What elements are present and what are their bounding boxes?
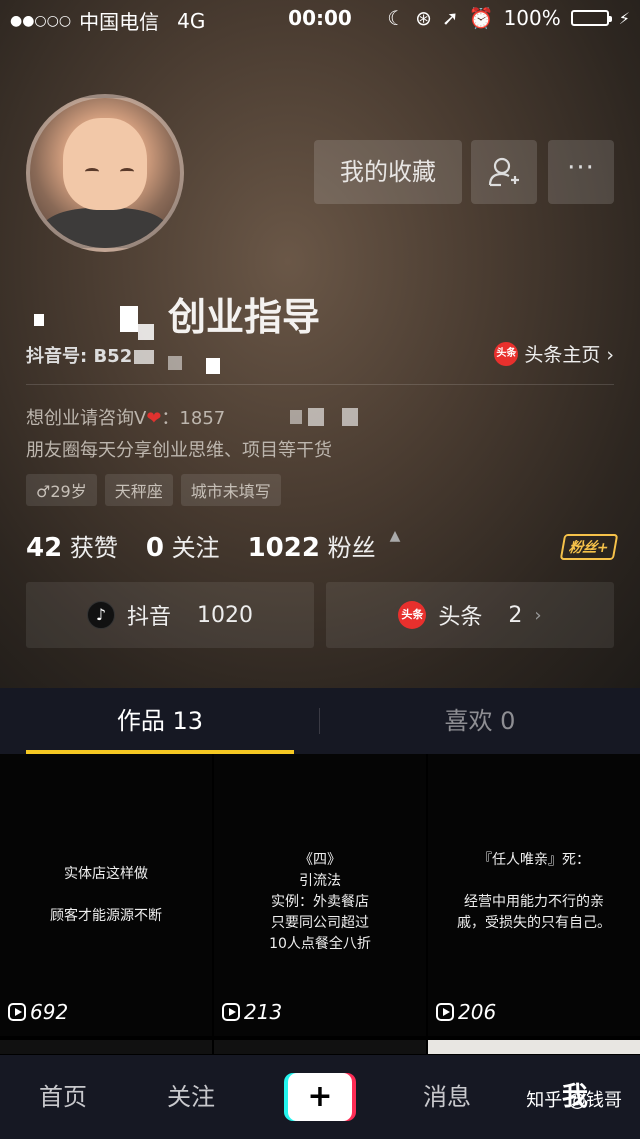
nav-messages[interactable]: 消息 <box>392 1055 502 1139</box>
douyin-id: 抖音号: B52 <box>26 346 133 367</box>
blurred-id-fragment <box>206 358 220 374</box>
more-options-button[interactable]: ··· <box>548 140 614 204</box>
tab-works[interactable]: 作品 13 <box>0 688 320 754</box>
tab-likes[interactable]: 喜欢 0 <box>320 688 640 754</box>
play-icon <box>436 1003 454 1021</box>
tag-zodiac: 天秤座 <box>104 474 173 506</box>
likes-stat[interactable]: 42 获赞 <box>26 528 118 563</box>
video-thumbnail[interactable]: 《四》 引流法 实例：外卖餐店 只要同公司超过 10人点餐全八折 213 <box>214 754 426 1036</box>
likes-label: 获赞 <box>69 534 118 562</box>
nav-home[interactable]: 首页 <box>8 1055 118 1139</box>
video-caption: 『任人唯亲』死： 经营中用能力不行的亲 戚，受损失的只有自己。 <box>457 852 611 931</box>
blurred-phone-fragment <box>308 408 324 426</box>
battery-icon <box>570 10 612 26</box>
blurred-id-fragment <box>168 356 182 370</box>
fans-count: 1022 <box>247 533 320 563</box>
following-label: 关注 <box>171 534 220 562</box>
video-thumbnail-partial[interactable] <box>214 1040 426 1054</box>
avatar[interactable] <box>26 94 184 252</box>
blurred-name-fragment <box>138 324 154 340</box>
play-icon <box>222 1003 240 1021</box>
douyin-logo-icon: ♪ <box>86 601 115 629</box>
following-count: 0 <box>145 533 164 563</box>
blurred-id-fragment <box>134 350 154 364</box>
charging-icon: ⚡ <box>618 8 630 28</box>
toutiao-logo-icon: 头条 <box>398 601 427 629</box>
nav-follow[interactable]: 关注 <box>136 1055 246 1139</box>
video-thumbnail-partial[interactable] <box>0 1040 212 1054</box>
profile-stats: 42 获赞 0 关注 1022 粉丝 ▲ <box>26 528 400 563</box>
video-caption: 实体店这样做 顾客才能源源不断 <box>50 866 162 924</box>
status-bar: ●●○○○ 中国电信 4G 00:00 ☾ ⊛ ➚ ⏰ 100% ⚡ <box>0 0 640 36</box>
douyin-count: 1020 <box>197 602 253 628</box>
toutiao-label: 头条 <box>438 605 483 630</box>
moon-icon: ☾ <box>387 6 406 30</box>
blurred-phone-fragment <box>290 410 302 424</box>
fans-plus-badge[interactable]: 粉丝+ <box>559 534 619 560</box>
my-favorites-button[interactable]: 我的收藏 <box>314 140 462 204</box>
fans-stat[interactable]: 1022 粉丝 <box>248 528 376 563</box>
play-count-value: 213 <box>244 1000 283 1024</box>
watermark: 知乎 @钱哥 <box>526 1090 622 1111</box>
douyin-platform-button[interactable]: ♪ 抖音 1020 <box>26 582 314 648</box>
add-user-icon <box>488 157 519 187</box>
bio-phone: ：1857 <box>161 408 226 429</box>
chevron-right-icon: › <box>534 604 542 626</box>
play-icon <box>8 1003 26 1021</box>
bio-line-1: 想创业请咨询V❤：1857 <box>26 404 225 430</box>
lock-rotation-icon: ⊛ <box>415 6 432 30</box>
tag-city: 城市未填写 <box>180 474 281 506</box>
bio-text: 想创业请咨询V <box>26 408 147 429</box>
blurred-name-fragment <box>34 314 44 326</box>
play-count: 213 <box>222 1000 282 1024</box>
profile-name: 创业指导 <box>168 295 321 339</box>
play-count-value: 692 <box>30 1000 69 1024</box>
toutiao-logo-icon: 头条 <box>494 341 519 366</box>
heart-icon: ❤ <box>146 408 162 429</box>
bio-line-2: 朋友圈每天分享创业思维、项目等干货 <box>26 440 332 461</box>
blurred-name-fragment <box>120 306 138 332</box>
fans-label: 粉丝 <box>327 534 376 562</box>
toutiao-platform-button[interactable]: 头条 头条 2 › <box>326 582 614 648</box>
douyin-label: 抖音 <box>126 605 171 630</box>
toutiao-count: 2 <box>508 602 523 628</box>
battery-percent: 100% <box>503 6 561 30</box>
toutiao-home-label: 头条主页 › <box>524 344 614 366</box>
following-stat[interactable]: 0 关注 <box>146 528 220 563</box>
divider <box>26 384 614 385</box>
video-thumbnail[interactable]: 实体店这样做 顾客才能源源不断 692 <box>0 754 212 1036</box>
blurred-phone-fragment <box>342 408 358 426</box>
tag-age: ♂29岁 <box>26 474 97 506</box>
create-video-button[interactable]: + <box>284 1073 356 1121</box>
likes-count: 42 <box>26 533 63 563</box>
location-icon: ➚ <box>441 6 459 30</box>
add-friend-button[interactable] <box>471 140 537 204</box>
expand-triangle-icon[interactable]: ▲ <box>390 528 401 563</box>
profile-tags: ♂29岁 天秤座 城市未填写 <box>26 474 281 506</box>
toutiao-homepage-link[interactable]: 头条 头条主页 › <box>494 340 614 367</box>
play-count: 206 <box>436 1000 496 1024</box>
play-count-value: 206 <box>458 1000 497 1024</box>
content-tabs: 作品 13 喜欢 0 <box>0 688 640 754</box>
plus-icon: + <box>288 1073 352 1121</box>
video-thumbnail-partial[interactable] <box>428 1040 640 1054</box>
alarm-icon: ⏰ <box>468 6 494 30</box>
video-grid: 实体店这样做 顾客才能源源不断 692 《四》 引流法 实例：外卖餐店 只要同公… <box>0 754 640 1054</box>
video-thumbnail[interactable]: 『任人唯亲』死： 经营中用能力不行的亲 戚，受损失的只有自己。 206 <box>428 754 640 1036</box>
video-caption: 《四》 引流法 实例：外卖餐店 只要同公司超过 10人点餐全八折 <box>269 852 371 952</box>
play-count: 692 <box>8 1000 68 1024</box>
